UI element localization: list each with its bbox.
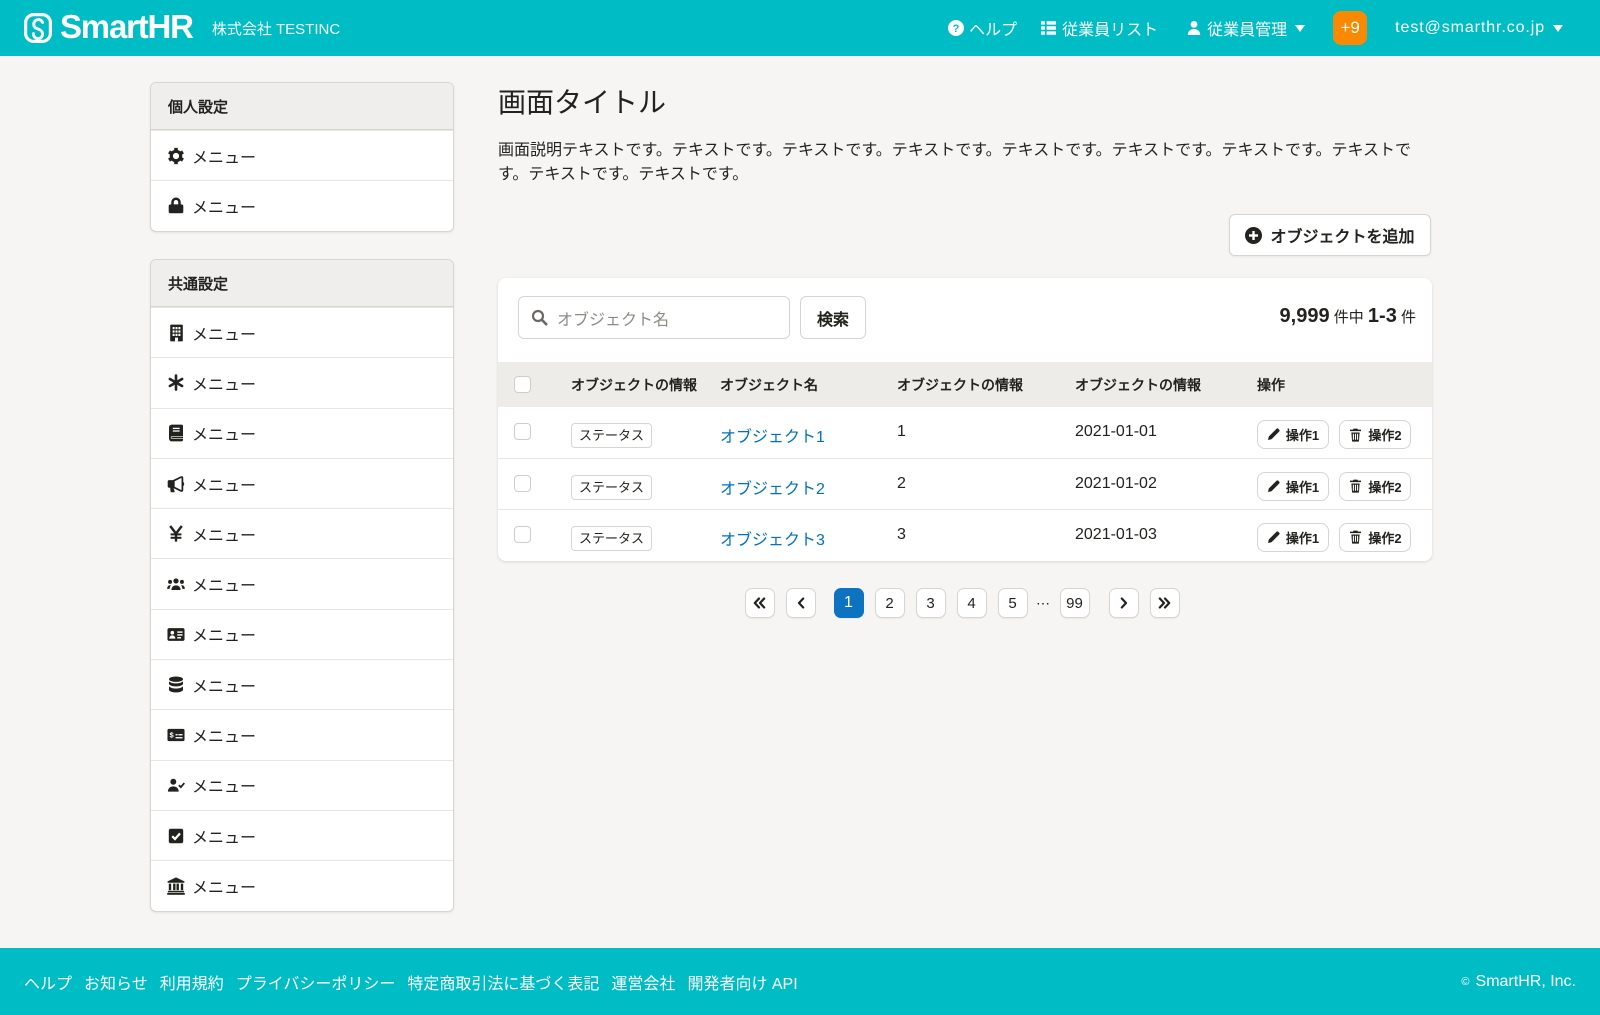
svg-text:?: ? — [953, 23, 960, 35]
